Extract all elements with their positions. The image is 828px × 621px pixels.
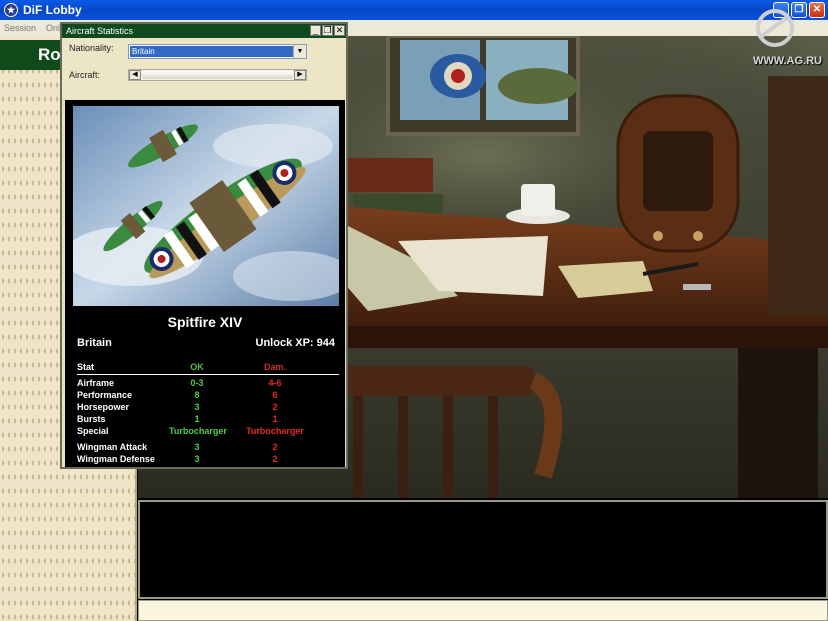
stats-header: Stat OK Dam. bbox=[77, 362, 339, 373]
dam-column-header: Dam. bbox=[263, 362, 286, 372]
dialog-title: Aircraft Statistics bbox=[66, 26, 134, 36]
stat-dam: 2 bbox=[272, 442, 278, 452]
stat-dam: 6 bbox=[272, 390, 278, 400]
stats-table: Stat OK Dam. Airframe 0-3 4-6 Performanc… bbox=[77, 362, 339, 465]
stat-row-wingman-defense: Wingman Defense 3 2 bbox=[77, 453, 339, 465]
chat-input[interactable] bbox=[138, 600, 828, 621]
stat-dam: 2 bbox=[272, 454, 278, 464]
scroll-left-icon[interactable]: ◀ bbox=[129, 70, 141, 80]
nationality-select[interactable]: Britain ▼ bbox=[128, 44, 307, 59]
stat-name: Airframe bbox=[77, 378, 115, 388]
aircraft-label: Aircraft: bbox=[69, 70, 101, 80]
stats-panel: Spitfire XIV Britain Unlock XP: 944 Stat… bbox=[65, 100, 345, 467]
stat-name: Horsepower bbox=[77, 402, 130, 412]
aircraft-nation: Britain bbox=[77, 337, 112, 349]
ok-column-header: OK bbox=[190, 362, 204, 372]
stat-row-bursts: Bursts 1 1 bbox=[77, 413, 339, 425]
window-titlebar: ★ DiF Lobby _ ❐ ✕ bbox=[0, 0, 828, 20]
menu-online[interactable]: Onl bbox=[46, 23, 60, 33]
dialog-restore-button[interactable]: ❐ bbox=[322, 25, 333, 36]
stat-ok: 3 bbox=[194, 442, 200, 452]
dialog-minimize-button[interactable]: _ bbox=[310, 25, 321, 36]
aircraft-statistics-dialog: Aircraft Statistics _ ❐ ✕ Nationality: B… bbox=[60, 22, 348, 469]
app-icon: ★ bbox=[4, 3, 18, 17]
unlock-xp: Unlock XP: 944 bbox=[255, 337, 335, 349]
stat-name: Performance bbox=[77, 390, 133, 400]
stat-row-wingman-attack: Wingman Attack 3 2 bbox=[77, 441, 339, 453]
menu-session[interactable]: Session bbox=[4, 23, 36, 33]
aircraft-image bbox=[73, 106, 339, 306]
stat-name: Special bbox=[77, 426, 109, 436]
nationality-label: Nationality: bbox=[69, 43, 114, 53]
stat-ok: 8 bbox=[194, 390, 200, 400]
stat-ok: 0-3 bbox=[190, 378, 204, 388]
watermark-logo-icon bbox=[756, 9, 794, 47]
watermark: WWW.AG.RU bbox=[752, 55, 822, 67]
stat-dam: Turbocharger bbox=[246, 426, 304, 436]
chevron-down-icon[interactable]: ▼ bbox=[293, 45, 306, 58]
stat-dam: 1 bbox=[272, 414, 278, 424]
stat-ok: Turbocharger bbox=[169, 426, 227, 436]
stat-row-horsepower: Horsepower 3 2 bbox=[77, 401, 339, 413]
stat-name: Bursts bbox=[77, 414, 106, 424]
nationality-select-value: Britain bbox=[130, 46, 293, 57]
stat-dam: 4-6 bbox=[268, 378, 282, 388]
scroll-thumb[interactable] bbox=[143, 71, 293, 79]
close-button[interactable]: ✕ bbox=[809, 2, 825, 18]
dialog-close-button[interactable]: ✕ bbox=[334, 25, 345, 36]
stat-ok: 3 bbox=[194, 402, 200, 412]
stat-row-special: Special Turbocharger Turbocharger bbox=[77, 425, 339, 437]
stat-column-header: Stat bbox=[77, 362, 95, 372]
stat-row-airframe: Airframe 0-3 4-6 bbox=[77, 377, 339, 389]
window-title: DiF Lobby bbox=[23, 3, 82, 17]
scroll-right-icon[interactable]: ▶ bbox=[294, 70, 306, 80]
stats-divider bbox=[77, 374, 339, 375]
stat-name: Wingman Attack bbox=[77, 442, 148, 452]
stat-dam: 2 bbox=[272, 402, 278, 412]
stat-ok: 1 bbox=[194, 414, 200, 424]
stat-row-performance: Performance 8 6 bbox=[77, 389, 339, 401]
stat-name: Wingman Defense bbox=[77, 454, 155, 464]
stat-ok: 3 bbox=[194, 454, 200, 464]
dialog-titlebar: Aircraft Statistics _ ❐ ✕ bbox=[62, 24, 346, 38]
aircraft-scrollbar[interactable]: ◀ ▶ bbox=[128, 69, 307, 81]
chat-log[interactable] bbox=[138, 500, 828, 599]
aircraft-name: Spitfire XIV bbox=[167, 314, 243, 330]
dialog-form: Nationality: Britain ▼ Aircraft: ◀ ▶ bbox=[62, 38, 346, 98]
